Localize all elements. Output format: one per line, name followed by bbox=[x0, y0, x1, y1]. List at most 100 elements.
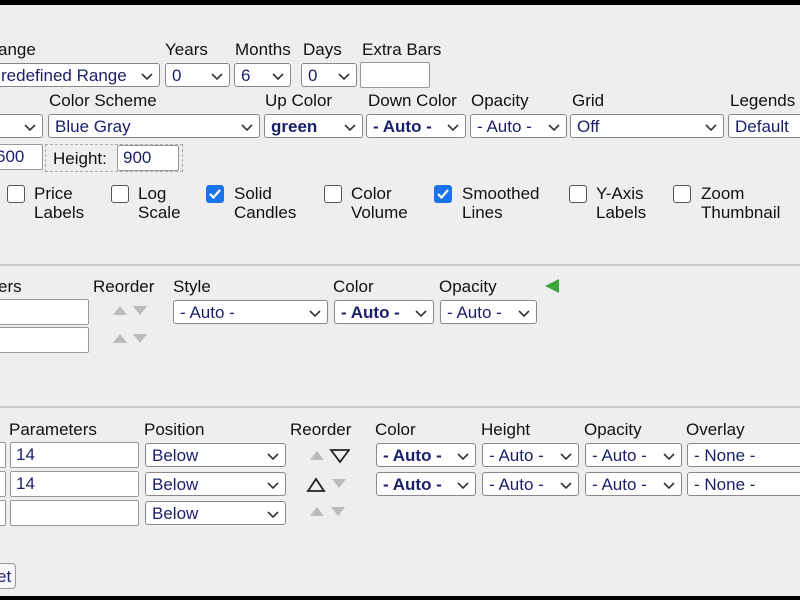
indicator-color-select[interactable]: - Auto - bbox=[376, 443, 476, 467]
indicator-opacity-value: - Auto - bbox=[592, 446, 647, 465]
collapse-arrow-icon[interactable] bbox=[543, 277, 561, 295]
opacity-label: Opacity bbox=[471, 91, 529, 110]
smoothed-lines-checkbox[interactable] bbox=[434, 185, 452, 203]
indicator-height-select[interactable]: - Auto - bbox=[482, 443, 579, 467]
price-labels-checkbox[interactable] bbox=[7, 185, 25, 203]
indicator-position-select[interactable]: Below bbox=[145, 443, 286, 467]
color-scheme-select[interactable]: Blue Gray bbox=[48, 114, 260, 138]
zoom-thumbnail-label: Zoom Thumbnail bbox=[701, 184, 781, 222]
indicator-height-value: - Auto - bbox=[489, 475, 544, 494]
log-scale-checkbox[interactable] bbox=[111, 185, 129, 203]
color-scheme-value: Blue Gray bbox=[55, 117, 131, 136]
up-color-select[interactable]: green bbox=[264, 114, 363, 138]
indicator-height-label: Height bbox=[481, 420, 531, 439]
chevron-down-icon bbox=[457, 482, 469, 490]
reorder-arrows-icon[interactable] bbox=[111, 303, 147, 317]
overlay-opacity-value: - Auto - bbox=[447, 303, 502, 322]
indicator-param-input[interactable]: 14 bbox=[10, 442, 139, 468]
overlay-style-label: Style bbox=[173, 277, 211, 296]
indicator-height-select[interactable]: - Auto - bbox=[482, 472, 579, 496]
extra-bars-input[interactable] bbox=[360, 62, 430, 88]
chart-type-select[interactable] bbox=[0, 114, 43, 138]
overlay-style-select[interactable]: - Auto - bbox=[173, 300, 328, 324]
color-volume-label: Color Volume bbox=[351, 184, 408, 222]
indicator-position-value: Below bbox=[152, 504, 199, 523]
indicator-position-select[interactable]: Below bbox=[145, 472, 286, 496]
indicator-position-select[interactable]: Below bbox=[145, 501, 286, 525]
grid-value: Off bbox=[577, 117, 600, 136]
overlay-color-label: Color bbox=[333, 277, 374, 296]
height-input[interactable]: 900 bbox=[117, 145, 179, 171]
chevron-down-icon bbox=[705, 124, 717, 132]
legends-select[interactable]: Default bbox=[728, 114, 800, 138]
chevron-down-icon bbox=[663, 453, 675, 461]
indicator-overlay-value: - None - bbox=[694, 446, 756, 465]
indicator-opacity-select[interactable]: - Auto - bbox=[585, 472, 682, 496]
chevron-down-icon bbox=[267, 511, 279, 519]
overlay-reorder-label: Reorder bbox=[93, 277, 155, 296]
chevron-down-icon bbox=[309, 310, 321, 318]
reorder-arrows-icon[interactable] bbox=[306, 475, 348, 493]
reorder-arrows-icon[interactable] bbox=[111, 331, 147, 345]
reset-button-label: et bbox=[0, 567, 12, 586]
indicator-position-value: Below bbox=[152, 446, 199, 465]
indicator-param-input[interactable]: 14 bbox=[10, 471, 139, 497]
indicator-param-input[interactable] bbox=[10, 500, 139, 526]
range-select-value: redefined Range bbox=[1, 66, 127, 85]
log-scale-label: Log Scale bbox=[138, 184, 181, 222]
chevron-down-icon bbox=[141, 73, 153, 81]
indicator-overlay-select[interactable]: - None - bbox=[687, 443, 800, 467]
reorder-arrows-icon[interactable] bbox=[308, 446, 350, 464]
months-select-value: 6 bbox=[241, 66, 251, 85]
overlay-style-value: - Auto - bbox=[180, 303, 235, 322]
indicator-opacity-select[interactable]: - Auto - bbox=[585, 443, 682, 467]
checkmark-icon bbox=[209, 189, 221, 200]
overlay-opacity-select[interactable]: - Auto - bbox=[440, 300, 537, 324]
opacity-select[interactable]: - Auto - bbox=[470, 114, 567, 138]
smoothed-lines-label: Smoothed Lines bbox=[462, 184, 540, 222]
days-select-value: 0 bbox=[308, 66, 318, 85]
indicator-opacity-label: Opacity bbox=[584, 420, 642, 439]
indicator-opacity-value: - Auto - bbox=[592, 475, 647, 494]
solid-candles-checkbox[interactable] bbox=[206, 185, 224, 203]
reset-button[interactable]: et bbox=[0, 563, 16, 589]
height-label: Height: bbox=[53, 149, 107, 168]
price-labels-label: Price Labels bbox=[34, 184, 85, 222]
down-color-select[interactable]: - Auto - bbox=[366, 114, 466, 138]
reorder-arrows-icon[interactable] bbox=[308, 504, 346, 518]
indicator-color-select[interactable]: - Auto - bbox=[376, 472, 476, 496]
indicator-select-stub[interactable] bbox=[0, 500, 6, 526]
indicator-position-value: Below bbox=[152, 475, 199, 494]
color-volume-checkbox[interactable] bbox=[324, 185, 342, 203]
overlay-param-input-1[interactable] bbox=[0, 299, 89, 325]
grid-select[interactable]: Off bbox=[570, 114, 724, 138]
chevron-down-icon bbox=[457, 453, 469, 461]
days-label: Days bbox=[303, 40, 342, 59]
y-axis-labels-checkbox[interactable] bbox=[569, 185, 587, 203]
indicator-select-stub[interactable] bbox=[0, 471, 6, 497]
overlay-color-select[interactable]: - Auto - bbox=[334, 300, 434, 324]
chevron-down-icon bbox=[560, 453, 572, 461]
zoom-thumbnail-checkbox[interactable] bbox=[673, 185, 691, 203]
overlay-parameters-label: ers bbox=[0, 277, 22, 296]
months-select[interactable]: 6 bbox=[234, 63, 291, 87]
chevron-down-icon bbox=[560, 482, 572, 490]
chevron-down-icon bbox=[415, 310, 427, 318]
section-divider bbox=[0, 264, 800, 266]
chevron-down-icon bbox=[344, 124, 356, 132]
chevron-down-icon bbox=[338, 73, 350, 81]
range-select[interactable]: redefined Range bbox=[0, 63, 160, 87]
months-label: Months bbox=[235, 40, 291, 59]
color-scheme-label: Color Scheme bbox=[49, 91, 157, 110]
indicator-overlay-select[interactable]: - None - bbox=[687, 472, 800, 496]
overlay-param-input-2[interactable] bbox=[0, 327, 89, 353]
indicator-reorder-label: Reorder bbox=[290, 420, 352, 439]
width-input[interactable]: 600 bbox=[0, 144, 43, 170]
indicator-height-value: - Auto - bbox=[489, 446, 544, 465]
indicator-select-stub[interactable] bbox=[0, 442, 6, 468]
overlay-color-value: - Auto - bbox=[341, 303, 400, 322]
up-color-value: green bbox=[271, 117, 318, 136]
years-select[interactable]: 0 bbox=[165, 63, 230, 87]
years-label: Years bbox=[165, 40, 208, 59]
days-select[interactable]: 0 bbox=[301, 63, 357, 87]
